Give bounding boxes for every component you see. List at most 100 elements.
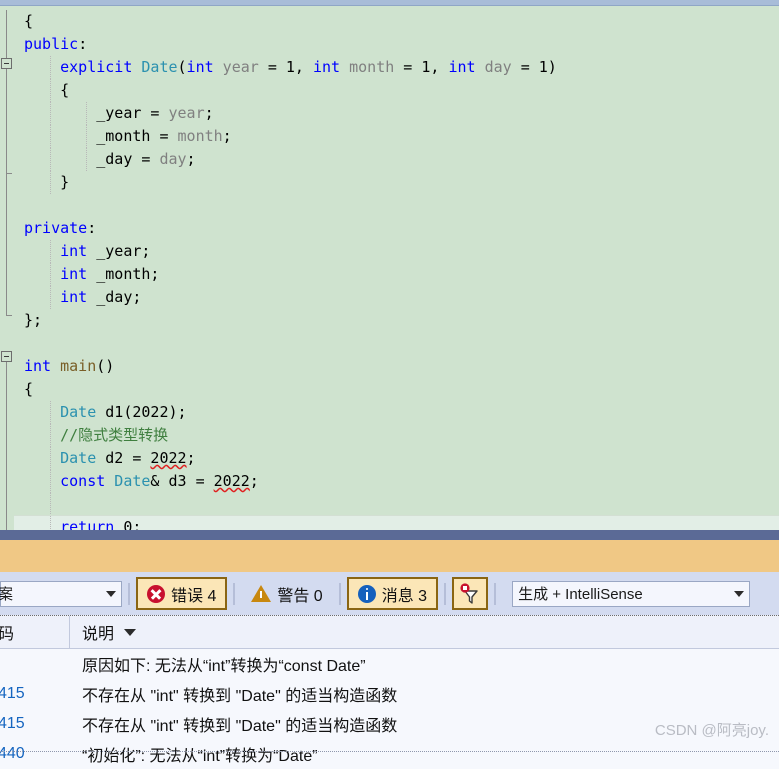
code-line[interactable]: const Date& d3 = 2022; bbox=[14, 470, 779, 493]
code-text[interactable]: { public: explicit Date(int year = 1, int … bbox=[14, 6, 779, 530]
code-token: _month; bbox=[87, 265, 160, 283]
collapse-toggle-constructor[interactable] bbox=[1, 58, 12, 69]
outline-guide-main bbox=[6, 362, 7, 530]
code-line[interactable] bbox=[14, 493, 779, 516]
indent-guide bbox=[50, 148, 52, 171]
code-token: 0 bbox=[123, 518, 133, 530]
code-line[interactable]: _day = day; bbox=[14, 148, 779, 171]
column-header-description[interactable]: 说明 bbox=[70, 616, 779, 648]
code-line[interactable]: int main() bbox=[14, 355, 779, 378]
code-token: : bbox=[87, 219, 97, 237]
code-token: 1 bbox=[538, 58, 548, 76]
code-line[interactable]: Date d2 = 2022; bbox=[14, 447, 779, 470]
code-token: ); bbox=[168, 403, 187, 421]
filter-icon bbox=[458, 582, 482, 606]
indent-guide bbox=[50, 171, 52, 194]
code-line[interactable]: int _month; bbox=[14, 263, 779, 286]
cell-error-code: 415 bbox=[0, 715, 25, 732]
code-line[interactable]: //隐式类型转换 bbox=[14, 424, 779, 447]
code-line-text: explicit Date(int year = 1, int month = … bbox=[24, 58, 557, 76]
code-line-text: const Date& d3 = 2022; bbox=[24, 472, 259, 490]
scope-filter-dropdown[interactable]: 案 bbox=[0, 580, 122, 607]
code-line[interactable]: explicit Date(int year = 1, int month = … bbox=[14, 56, 779, 79]
code-token: = bbox=[150, 127, 178, 145]
code-line-text: int _day; bbox=[24, 288, 141, 306]
indent-guide bbox=[50, 240, 52, 263]
code-token: year bbox=[168, 104, 205, 122]
indent-guide bbox=[86, 125, 88, 148]
code-editor[interactable]: { public: explicit Date(int year = 1, int … bbox=[0, 6, 779, 530]
filter-button[interactable] bbox=[452, 577, 489, 610]
code-token: Date bbox=[60, 403, 97, 421]
code-line[interactable]: _month = month; bbox=[14, 125, 779, 148]
code-token: { bbox=[60, 81, 70, 99]
errors-filter-button[interactable]: 错误 4 bbox=[136, 577, 228, 610]
code-line-text: _month = month; bbox=[24, 127, 232, 145]
sort-descending-icon bbox=[124, 628, 137, 636]
indent-guide bbox=[50, 447, 52, 470]
cell-description: 不存在从 "int" 转换到 "Date" 的适当构造函数 bbox=[82, 688, 398, 705]
build-filter-dropdown[interactable]: 生成 + IntelliSense bbox=[512, 580, 751, 607]
code-line[interactable]: public: bbox=[14, 33, 779, 56]
table-row[interactable]: 415 不存在从 "int" 转换到 "Date" 的适当构造函数 bbox=[0, 709, 779, 739]
panel-splitter[interactable] bbox=[0, 530, 779, 540]
code-token: ; bbox=[204, 104, 214, 122]
toolbar-separator bbox=[338, 582, 341, 605]
code-token: month bbox=[349, 58, 395, 76]
code-token: int bbox=[448, 58, 476, 76]
code-token: = bbox=[141, 104, 169, 122]
code-token: //隐式类型转换 bbox=[60, 426, 169, 444]
code-token: _day; bbox=[87, 288, 142, 306]
column-header-code[interactable]: 码 bbox=[0, 616, 70, 648]
code-line[interactable]: int _year; bbox=[14, 240, 779, 263]
code-token: public bbox=[24, 35, 79, 53]
indent-guide bbox=[50, 424, 52, 447]
code-token: _day bbox=[96, 150, 133, 168]
scope-filter-value: 案 bbox=[0, 586, 14, 603]
cell-description: 不存在从 "int" 转换到 "Date" 的适当构造函数 bbox=[82, 718, 398, 735]
table-row[interactable]: 原因如下: 无法从“int”转换为“const Date” bbox=[0, 649, 779, 679]
error-list-panel: 案 错误 4 警告 0 消息 3 生成 + IntelliSense 码 说明 … bbox=[0, 572, 779, 769]
code-line-text: int main() bbox=[24, 357, 114, 375]
table-row[interactable]: 440 “初始化”: 无法从“int”转换为“Date” bbox=[0, 739, 779, 769]
indent-guide bbox=[50, 56, 52, 79]
code-line[interactable]: { bbox=[14, 378, 779, 401]
indent-guide bbox=[50, 286, 52, 309]
code-token: 2022 bbox=[132, 403, 169, 421]
code-token: _year bbox=[96, 104, 142, 122]
code-line[interactable]: private: bbox=[14, 217, 779, 240]
collapse-toggle-main[interactable] bbox=[1, 351, 12, 362]
code-line[interactable]: _year = year; bbox=[14, 102, 779, 125]
code-line[interactable] bbox=[14, 194, 779, 217]
code-token: Date bbox=[141, 58, 178, 76]
bottom-divider bbox=[0, 751, 779, 752]
code-line-text: public: bbox=[24, 35, 87, 53]
chevron-down-icon bbox=[734, 590, 745, 597]
code-line[interactable]: { bbox=[14, 79, 779, 102]
editor-outlining-gutter[interactable] bbox=[0, 6, 14, 530]
messages-filter-label: 消息 3 bbox=[381, 587, 428, 605]
code-line[interactable]: } bbox=[14, 171, 779, 194]
table-row[interactable]: 415 不存在从 "int" 转换到 "Date" 的适当构造函数 bbox=[0, 679, 779, 709]
code-token: & d3 = bbox=[150, 472, 214, 490]
code-line[interactable]: int _day; bbox=[14, 286, 779, 309]
code-token: ) bbox=[547, 58, 557, 76]
code-token: d1( bbox=[96, 403, 133, 421]
code-token-error: 2022 bbox=[213, 472, 250, 490]
code-token: int bbox=[60, 265, 88, 283]
code-line[interactable]: return 0; bbox=[14, 516, 779, 530]
code-token-error: 2022 bbox=[150, 449, 187, 467]
code-line[interactable]: }; bbox=[14, 309, 779, 332]
messages-filter-button[interactable]: 消息 3 bbox=[346, 577, 439, 610]
code-line[interactable]: Date d1(2022); bbox=[14, 401, 779, 424]
code-line[interactable]: { bbox=[14, 10, 779, 33]
code-token: ; bbox=[222, 127, 232, 145]
code-line[interactable] bbox=[14, 332, 779, 355]
warnings-filter-button[interactable]: 警告 0 bbox=[241, 577, 332, 610]
build-filter-value: 生成 + IntelliSense bbox=[518, 586, 643, 603]
indent-guide bbox=[50, 470, 52, 493]
code-token: day bbox=[159, 150, 187, 168]
code-token: int bbox=[60, 288, 88, 306]
